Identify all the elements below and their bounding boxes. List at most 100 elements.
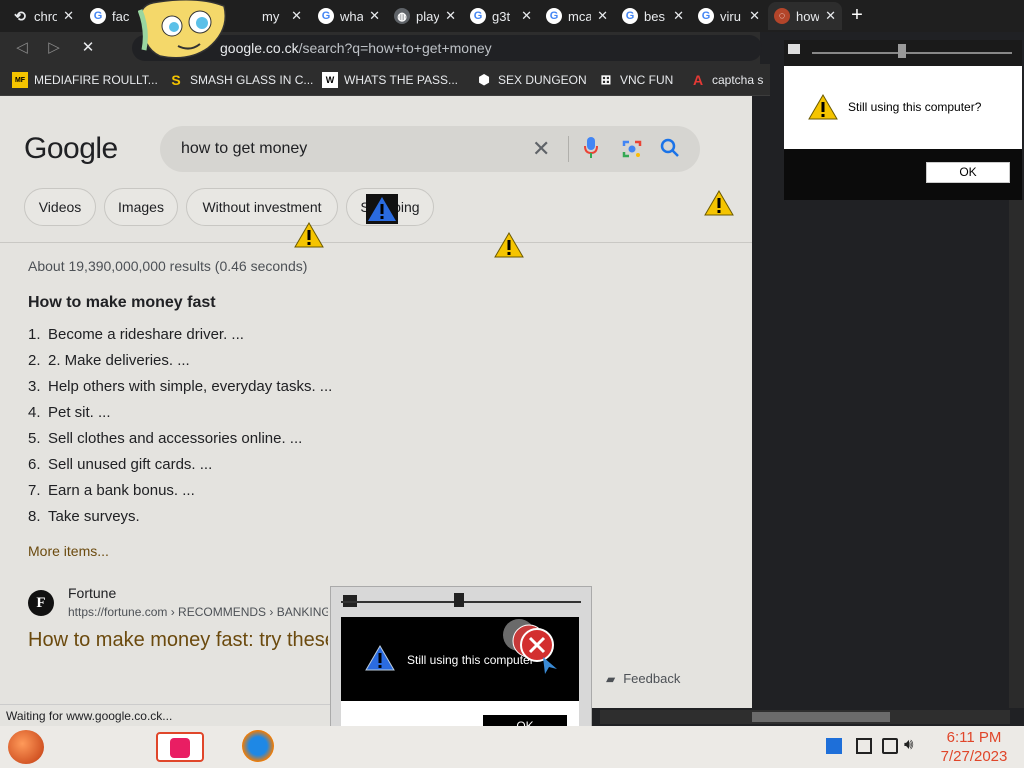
chip-images[interactable]: Images [104,188,178,226]
google-icon: G [90,8,106,24]
chip-videos[interactable]: Videos [24,188,96,226]
tab-my[interactable]: my ✕ [234,2,308,30]
close-icon[interactable]: ✕ [445,8,456,24]
forward-icon[interactable]: ▷ [44,38,64,58]
tab-play[interactable]: ◍ play ✕ [388,2,462,30]
notes-icon [170,738,190,758]
bookmark-sex-dungeon[interactable]: ⬢ SEX DUNGEON [476,70,586,90]
search-icon[interactable] [660,138,680,158]
tab-label: how [796,8,820,24]
warning-icon [808,94,838,120]
system-clock[interactable]: 6:11 PM 7/27/2023 [934,728,1014,766]
lens-camera-icon[interactable] [622,139,642,159]
tab-how-active[interactable]: ◌ how ✕ [768,2,842,30]
tab-wha[interactable]: G wha ✕ [312,2,386,30]
bluetooth-icon[interactable] [826,738,842,754]
close-icon[interactable]: ✕ [63,8,74,24]
dialog-titlebar[interactable] [784,40,1022,66]
tab-bes[interactable]: G bes ✕ [616,2,690,30]
bookmark-vnc-fun[interactable]: ⊞ VNC FUN [598,70,674,90]
smash-icon: S [171,72,181,88]
page-icon: W [322,72,338,88]
history-icon: ⟲ [14,7,26,24]
start-button[interactable] [8,730,44,764]
captcha-icon: A [692,72,704,88]
list-item: 3. Help others with simple, everyday task… [28,378,333,395]
tab-label: bes [644,8,665,24]
warning-icon [365,645,395,671]
tab-label: play [416,8,440,24]
tab-history[interactable]: ⟲ chro ✕ [6,2,80,30]
google-icon: G [318,8,334,24]
source-name[interactable]: Fortune [68,585,116,601]
slider-knob[interactable] [454,593,464,607]
clear-icon[interactable]: ✕ [532,136,550,162]
list-item: 4. Pet sit. ... [28,404,111,421]
close-icon[interactable]: ✕ [521,8,532,24]
volume-icon[interactable]: 🔊︎ [904,736,913,753]
dialog-body: Still using this computer? [341,617,579,701]
tab-mca[interactable]: G mca ✕ [540,2,614,30]
chip-without-investment[interactable]: Without investment [186,188,338,226]
new-tab-button[interactable]: + [846,4,868,26]
close-icon[interactable]: ✕ [749,8,760,24]
tab-viru[interactable]: G viru ✕ [692,2,766,30]
bookmark-mediafire[interactable]: MF MEDIAFIRE ROULLT... [12,70,158,90]
browser-toolbar: ◁ ▷ ✕ google.co.ck/search?q=how+to+get+m… [0,32,762,64]
network-icon[interactable] [882,738,898,754]
taskbar-app-notes[interactable] [156,732,204,762]
tab-label: chro [34,8,58,24]
vertical-scrollbar[interactable] [1009,200,1024,708]
tab-label: my [262,8,280,24]
list-item: 8. Take surveys. [28,508,140,525]
mediafire-icon: MF [12,72,28,88]
taskbar: 🔊︎ 6:11 PM 7/27/2023 [0,726,1024,768]
close-icon[interactable]: ✕ [291,8,302,24]
result-title-link[interactable]: How to make money fast: try these [28,629,328,652]
tab-label: g3t [492,8,511,24]
close-icon[interactable]: ✕ [825,8,836,24]
header-divider [0,242,752,243]
tab-label: viru [720,8,741,24]
fortune-favicon: F [28,590,54,616]
clock-time: 6:11 PM [946,729,1002,746]
search-box[interactable]: how to get money ✕ [160,126,700,172]
ok-button[interactable]: OK [926,162,1010,183]
list-item: 1. Become a rideshare driver. ... [28,326,244,343]
desktop-screen: ⟲ chro ✕ G face my ✕ G wha ✕ ◍ play ✕ G … [0,0,1024,768]
window-icon [788,44,800,54]
tab-g3t[interactable]: G g3t ✕ [464,2,538,30]
google-logo[interactable]: Google [24,132,118,166]
horizontal-scrollbar[interactable] [600,710,1010,724]
cube-icon: ⬢ [478,72,490,87]
title-slider [812,52,1012,54]
device-icon[interactable] [856,738,872,754]
close-icon[interactable]: ✕ [597,8,608,24]
firefox-icon[interactable] [242,730,274,762]
bookmark-captcha[interactable]: A captcha s [690,70,763,90]
close-icon[interactable]: ✕ [673,8,684,24]
search-input[interactable]: how to get money [181,140,307,158]
back-icon[interactable]: ◁ [12,38,32,58]
error-icon [503,619,557,674]
bookmark-label: VNC FUN [620,73,674,87]
source-url[interactable]: https://fortune.com › RECOMMENDS › BANKI… [68,605,328,619]
slider-knob[interactable] [898,44,906,58]
bookmark-label: captcha s [712,73,764,87]
list-item: 5. Sell clothes and accessories online. .… [28,430,303,447]
warning-icon [494,232,524,258]
dialog-message: Still using this computer? [848,100,982,114]
stop-loading-icon[interactable]: ✕ [78,38,98,58]
bookmark-whats-the-pass[interactable]: W WHATS THE PASS... [322,70,458,90]
google-icon: G [470,8,486,24]
close-icon[interactable]: ✕ [369,8,380,24]
warning-icon [366,194,398,224]
feedback-link[interactable]: ▰ Feedback [606,671,680,686]
tab-facebook[interactable]: G face [84,2,136,30]
scroll-thumb[interactable] [752,712,890,722]
bookmark-label: SMASH GLASS IN C... [190,73,314,87]
more-items-link[interactable]: More items... [28,543,109,559]
microphone-icon[interactable] [584,137,598,159]
result-stats: About 19,390,000,000 results (0.46 secon… [28,258,308,274]
bookmark-smash-glass[interactable]: S SMASH GLASS IN C... [168,70,313,90]
